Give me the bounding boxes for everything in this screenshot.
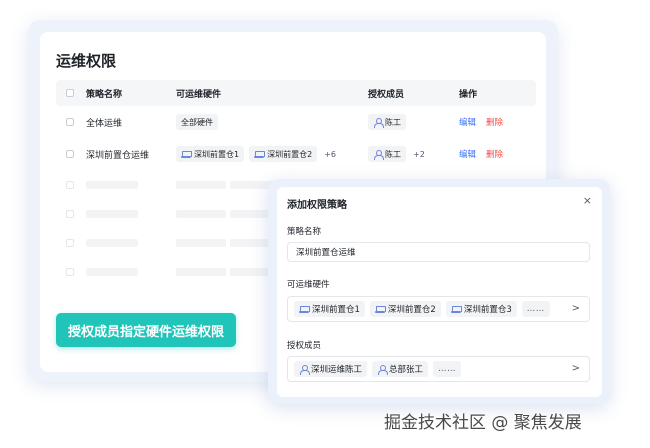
row-checkbox: [66, 239, 74, 247]
table-row: 全体运维 全部硬件 陈工 编辑 删除: [56, 106, 536, 138]
member-tag: 总部张工: [372, 361, 429, 377]
row-checkbox: [66, 268, 74, 276]
user-icon: [377, 364, 388, 375]
members-more: ……: [433, 361, 462, 377]
chevron-right-icon[interactable]: >: [572, 363, 580, 374]
placeholder-bar: [176, 210, 226, 218]
row-checkbox[interactable]: [66, 150, 74, 158]
policy-name-label: 策略名称: [287, 227, 322, 237]
user-icon: [373, 149, 384, 160]
header-actions: 操作: [459, 89, 478, 100]
hardware-tag: 深圳前置仓3: [445, 301, 517, 317]
table-row: 深圳前置仓运维 深圳前置仓1 深圳前置仓2 +6 陈工 +2 编辑 删除: [56, 138, 536, 170]
members-selector[interactable]: 深圳运维陈工 总部张工 …… >: [287, 356, 590, 382]
header-members: 授权成员: [368, 89, 405, 100]
policy-name: 深圳前置仓运维: [86, 150, 150, 161]
select-all-checkbox[interactable]: [66, 89, 74, 97]
delete-button[interactable]: 删除: [486, 148, 503, 160]
rack-icon: [254, 150, 266, 159]
placeholder-bar: [176, 268, 226, 276]
hardware-tag: 深圳前置仓2: [369, 301, 441, 317]
rack-icon: [374, 305, 386, 314]
feature-banner: 授权成员指定硬件运维权限: [56, 313, 236, 347]
member-tag: 陈工: [368, 114, 406, 130]
hardware-more-count[interactable]: +6: [324, 150, 336, 159]
policy-name-input[interactable]: 深圳前置仓运维: [287, 242, 590, 262]
watermark: 掘金技术社区 @ 聚焦发展: [384, 413, 582, 433]
hardware-more: ……: [521, 301, 550, 317]
user-icon: [373, 117, 384, 128]
table-header: 策略名称 可运维硬件 授权成员 操作: [56, 80, 536, 106]
delete-button[interactable]: 删除: [486, 116, 503, 128]
members-label: 授权成员: [287, 341, 322, 351]
row-checkbox[interactable]: [66, 118, 74, 126]
user-icon: [299, 364, 310, 375]
header-policy-name: 策略名称: [86, 89, 123, 100]
policy-name: 全体运维: [86, 118, 123, 129]
add-policy-dialog: 添加权限策略 × 策略名称 深圳前置仓运维 可运维硬件 深圳前置仓1 深圳前置仓…: [277, 187, 602, 397]
close-icon[interactable]: ×: [583, 194, 592, 207]
rack-icon: [299, 305, 310, 314]
hardware-tag: 深圳前置仓1: [176, 146, 245, 162]
member-tag: 深圳运维陈工: [294, 361, 368, 377]
dialog-title: 添加权限策略: [287, 200, 347, 211]
hardware-tag: 深圳前置仓2: [249, 146, 318, 162]
placeholder-bar: [176, 181, 226, 189]
placeholder-bar: [176, 239, 226, 247]
header-hardware: 可运维硬件: [176, 89, 222, 100]
placeholder-bar: [86, 210, 138, 218]
hardware-selector[interactable]: 深圳前置仓1 深圳前置仓2 深圳前置仓3 …… >: [287, 296, 590, 322]
chevron-right-icon[interactable]: >: [572, 303, 580, 314]
rack-icon: [450, 305, 462, 314]
hardware-tag: 深圳前置仓1: [294, 301, 365, 317]
row-checkbox: [66, 181, 74, 189]
placeholder-bar: [86, 268, 138, 276]
rack-icon: [181, 150, 192, 159]
member-tag: 陈工: [368, 146, 406, 162]
hardware-tag: 全部硬件: [176, 114, 218, 130]
placeholder-bar: [86, 181, 138, 189]
members-more-count[interactable]: +2: [413, 150, 425, 159]
page-title: 运维权限: [56, 52, 117, 70]
placeholder-bar: [86, 239, 138, 247]
row-checkbox: [66, 210, 74, 218]
edit-button[interactable]: 编辑: [459, 116, 476, 128]
edit-button[interactable]: 编辑: [459, 148, 476, 160]
hardware-label: 可运维硬件: [287, 280, 330, 290]
